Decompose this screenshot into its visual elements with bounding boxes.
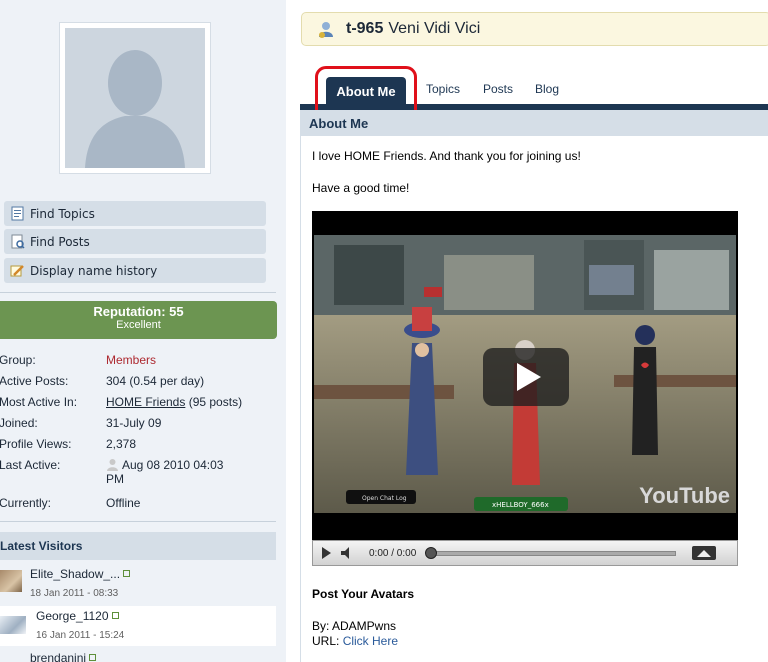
external-link-icon <box>111 612 119 619</box>
visitor-item[interactable]: brendanini <box>0 648 276 662</box>
time-display: 0:00 / 0:00 <box>369 547 417 559</box>
joined-label: Joined: <box>0 416 38 430</box>
youtube-logo: YouTube <box>639 483 730 508</box>
most-active-link[interactable]: HOME Friends <box>106 395 185 409</box>
seek-handle[interactable] <box>425 546 438 559</box>
about-text-2: Have a good time! <box>312 181 410 195</box>
tab-topics[interactable]: Topics <box>426 82 460 96</box>
currently-value: Offline <box>106 496 141 510</box>
group-value: Members <box>106 353 157 367</box>
find-topics-button[interactable]: Find Topics <box>4 201 266 226</box>
profile-main: t-965 Veni Vidi Vici About Me Topics Pos… <box>300 0 768 662</box>
user-id: t-965 <box>346 20 384 37</box>
youtube-video-player[interactable]: xHELLBOY_666x Open Chat Log YouTube 0:00… <box>312 211 738 566</box>
reputation-title: Reputation: 55 <box>93 304 184 319</box>
chevron-up-icon <box>697 550 712 557</box>
play-icon <box>517 363 541 391</box>
last-active-date: Aug 08 2010 04:03 <box>122 458 224 472</box>
last-active-ampm: PM <box>106 472 124 486</box>
currently-label: Currently: <box>0 496 52 510</box>
profile-title-bar: t-965 Veni Vidi Vici <box>301 12 768 46</box>
find-topics-label: Find Topics <box>30 206 95 221</box>
reputation-badge: Reputation: 55 Excellent <box>0 301 277 339</box>
volume-icon[interactable] <box>337 541 355 565</box>
about-me-content: I love HOME Friends. And thank you for j… <box>300 136 768 662</box>
user-offline-icon <box>107 459 118 471</box>
default-avatar-icon <box>65 28 205 168</box>
svg-text:Open Chat Log: Open Chat Log <box>362 495 407 502</box>
url-label: URL: <box>312 634 340 648</box>
divider <box>0 521 276 522</box>
play-icon[interactable] <box>313 541 337 565</box>
visitor-name[interactable]: George_1120 <box>36 609 119 623</box>
external-link-icon <box>123 570 131 577</box>
visitor-name[interactable]: Elite_Shadow_... <box>30 567 131 581</box>
most-active-label: Most Active In: <box>0 395 78 409</box>
about-text-1: I love HOME Friends. And thank you for j… <box>312 149 581 163</box>
video-frame[interactable]: xHELLBOY_666x Open Chat Log YouTube <box>314 235 736 513</box>
post-author: By: ADAMPwns <box>312 619 397 633</box>
visitor-name[interactable]: brendanini <box>30 651 97 662</box>
about-me-heading: About Me <box>300 110 768 136</box>
active-posts-label: Active Posts: <box>0 374 69 388</box>
active-posts-value: 304 (0.54 per day) <box>106 374 205 388</box>
tab-blog[interactable]: Blog <box>535 82 559 96</box>
group-label: Group: <box>0 353 36 367</box>
profile-views-value: 2,378 <box>106 437 137 451</box>
post-url: URL: Click Here <box>312 634 398 648</box>
last-active-label: Last Active: <box>0 458 61 472</box>
joined-value: 31-July 09 <box>106 416 162 430</box>
visitor-item[interactable]: Elite_Shadow_... 18 Jan 2011 - 08:33 <box>0 564 276 604</box>
last-active-value: Aug 08 2010 04:03 PM <box>106 458 223 486</box>
user-icon <box>319 22 333 38</box>
find-posts-label: Find Posts <box>30 234 90 249</box>
latest-visitors-heading: Latest Visitors <box>0 532 276 560</box>
find-posts-button[interactable]: Find Posts <box>4 229 266 254</box>
visitor-date: 18 Jan 2011 - 08:33 <box>30 588 119 599</box>
most-active-value: HOME Friends (95 posts) <box>106 395 242 409</box>
click-here-link[interactable]: Click Here <box>343 634 398 648</box>
external-link-icon <box>89 654 97 661</box>
reputation-level: Excellent <box>116 319 161 331</box>
divider <box>0 292 276 293</box>
tab-posts[interactable]: Posts <box>483 82 513 96</box>
visitor-date: 16 Jan 2011 - 15:24 <box>36 630 125 641</box>
user-title: Veni Vidi Vici <box>388 20 481 37</box>
display-name-history-label: Display name history <box>30 263 158 278</box>
play-button[interactable] <box>483 348 569 406</box>
avatar <box>59 22 211 174</box>
edit-icon <box>10 265 24 277</box>
most-active-count: (95 posts) <box>188 395 243 409</box>
display-name-history-button[interactable]: Display name history <box>4 258 266 283</box>
page-icon <box>11 206 24 221</box>
visitor-item[interactable]: George_1120 16 Jan 2011 - 15:24 <box>0 606 276 646</box>
seek-bar[interactable] <box>425 546 677 559</box>
svg-text:xHELLBOY_666x: xHELLBOY_666x <box>492 501 549 509</box>
visitor-avatar <box>0 570 22 592</box>
visitor-avatar <box>0 616 26 634</box>
profile-views-label: Profile Views: <box>0 437 72 451</box>
expand-button[interactable] <box>692 546 717 560</box>
profile-sidebar: Find Topics Find Posts Display name hist… <box>0 0 286 662</box>
post-title: Post Your Avatars <box>312 587 415 601</box>
search-page-icon <box>11 234 25 249</box>
video-controls: 0:00 / 0:00 <box>312 540 738 566</box>
